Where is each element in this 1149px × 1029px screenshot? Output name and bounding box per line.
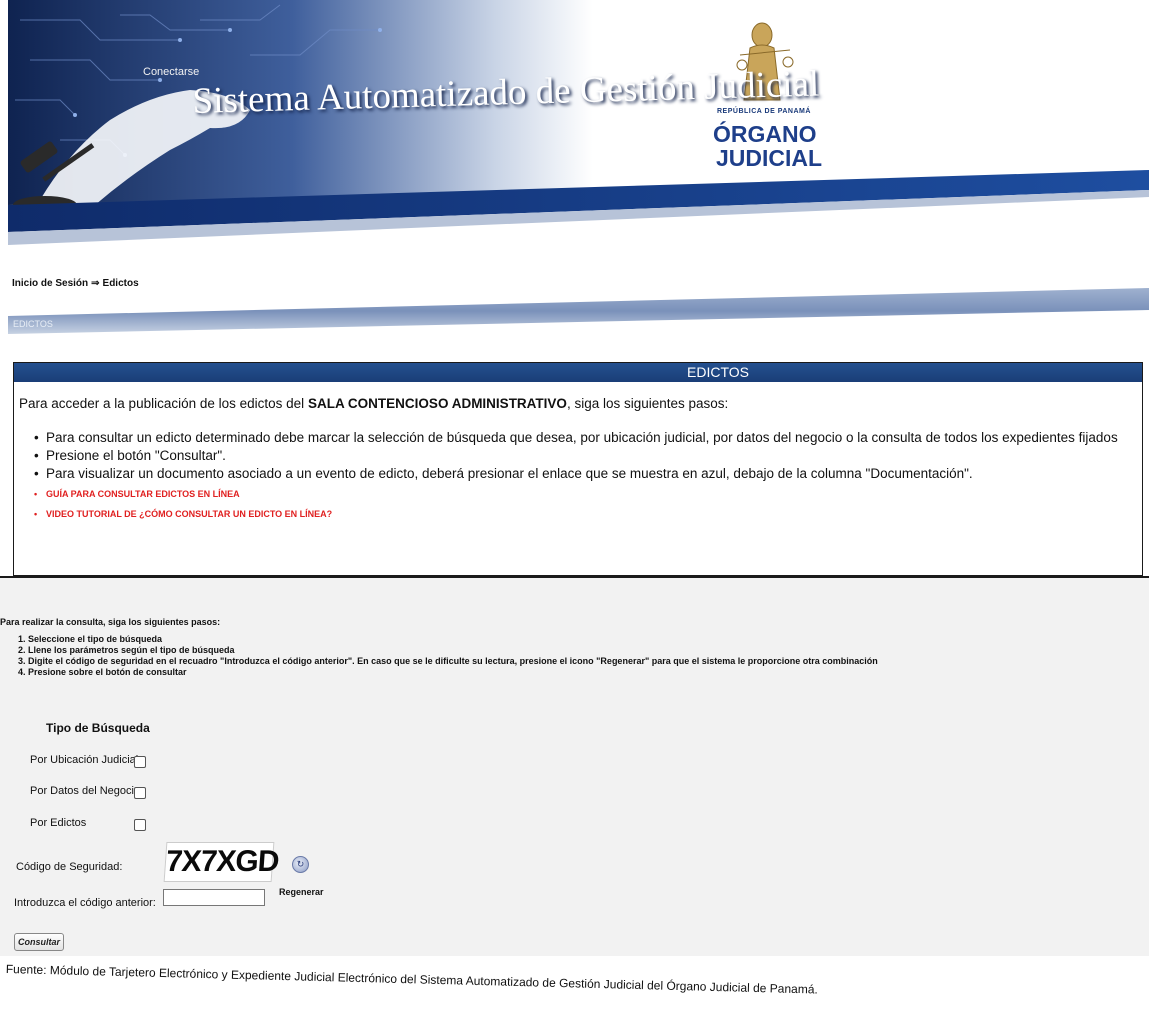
section-bar-label: EDICTOS [13, 319, 53, 329]
section-bar: EDICTOS [0, 288, 1149, 348]
regenerate-label[interactable]: Regenerar [279, 887, 324, 897]
captcha-image: 7X7XGD [163, 842, 280, 882]
intro-text-pre: Para acceder a la publicación de los edi… [19, 396, 308, 411]
form-step: 1. Seleccione el tipo de búsqueda [18, 634, 163, 644]
option-edictos-checkbox[interactable] [134, 819, 146, 831]
form-step: 4. Presione sobre el botón de consultar [18, 667, 187, 677]
instruction-step: Para consultar un edicto determinado deb… [34, 430, 1118, 448]
instruction-step: Para visualizar un documento asociado a … [34, 466, 1118, 489]
instructions-panel: EDICTOS Para acceder a la publicación de… [13, 362, 1143, 576]
video-tutorial-link[interactable]: VIDEO TUTORIAL DE ¿CÓMO CONSULTAR UN EDI… [34, 509, 1118, 529]
option-datos-negocio-label: Por Datos del Negocio [30, 785, 141, 797]
section-bar-background [8, 288, 1149, 334]
form-step: 3. Digite el código de seguridad en el r… [18, 656, 878, 666]
instructions-intro: Para acceder a la publicación de los edi… [19, 396, 728, 411]
form-step: 2. Llene los parámetros según el tipo de… [18, 645, 235, 655]
header-banner: Conectarse Sistema Automatizado de Gesti… [0, 0, 1149, 255]
security-code-label: Código de Seguridad: [16, 861, 123, 873]
instructions-heading-text: EDICTOS [687, 364, 749, 380]
regenerate-icon[interactable]: ↻ [292, 856, 309, 873]
search-form-panel: Para realizar la consulta, siga los sigu… [0, 576, 1149, 956]
instructions-list: Para consultar un edicto determinado deb… [34, 430, 1118, 529]
source-caption: Fuente: Módulo de Tarjetero Electrónico … [5, 962, 818, 997]
connect-link[interactable]: Conectarse [143, 66, 199, 78]
instruction-step: Presione el botón "Consultar". [34, 448, 1118, 466]
instructions-heading: EDICTOS [14, 363, 1142, 382]
option-ubicacion-checkbox[interactable] [134, 756, 146, 768]
intro-text-post: , siga los siguientes pasos: [566, 396, 729, 411]
option-datos-negocio-checkbox[interactable] [134, 787, 146, 799]
consultar-button[interactable]: Consultar [14, 933, 64, 951]
option-ubicacion-label: Por Ubicación Judicial [30, 754, 139, 766]
logo-line-organo: ÓRGANO [713, 121, 817, 147]
form-steps-list: 1. Seleccione el tipo de búsqueda 2. Lle… [18, 634, 878, 678]
option-edictos-label: Por Edictos [30, 817, 87, 829]
banner-background [8, 0, 1149, 245]
logo-country-text: REPÚBLICA DE PANAMÁ [717, 108, 811, 115]
code-input-label: Introduzca el código anterior: [14, 897, 156, 909]
form-intro: Para realizar la consulta, siga los sigu… [0, 617, 221, 627]
guide-link[interactable]: GUÍA PARA CONSULTAR EDICTOS EN LÍNEA [34, 489, 1118, 509]
security-code-input[interactable] [163, 889, 265, 906]
intro-court-name: SALA CONTENCIOSO ADMINISTRATIVO [307, 396, 567, 411]
logo-line-judicial: JUDICIAL [716, 145, 823, 171]
search-type-title: Tipo de Búsqueda [46, 721, 150, 735]
